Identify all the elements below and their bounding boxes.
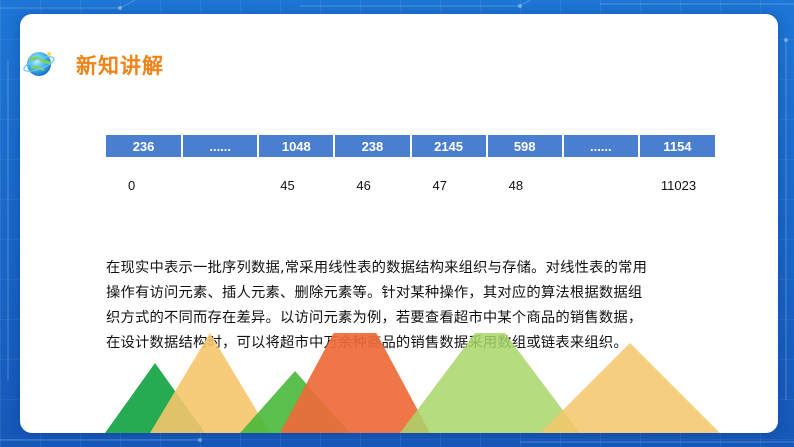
content-card: 新知讲解 236 ...... 1048 238 2145 598 ......… [20,14,778,433]
index-cell: 45 [280,177,295,193]
index-cell [182,157,258,199]
array-cell: 238 [334,135,412,157]
index-cell: 48 [508,177,524,193]
index-cell: 47 [432,177,447,193]
triangle-decoration [105,333,720,433]
array-cell: 2145 [410,135,488,157]
array-index-row: 0 45 46 47 48 11023 [106,157,715,199]
array-cell: ...... [182,135,260,157]
array-cell: 236 [106,135,184,157]
globe-icon [23,52,55,76]
index-cell: 11023 [660,177,697,193]
index-cell: 0 [128,177,136,193]
yellow-triangle-2 [540,343,720,433]
array-values-row: 236 ...... 1048 238 2145 598 ...... 1154 [106,135,715,157]
index-cell [563,157,639,199]
paragraph-line: 在现实中表示一批序列数据,常采用线性表的数据结构来组织与存储。对线性表的常用 [106,260,648,276]
array-cell: 598 [486,135,564,157]
title-row: 新知讲解 [20,44,320,84]
slide-title: 新知讲解 [76,54,164,78]
array-cell: ...... [562,135,640,157]
array-cell: 1048 [258,135,336,157]
paragraph-line: 操作有访问元素、插人元素、删除元素等。针对某种操作，其对应的算法根据数据组 [106,285,643,301]
index-cell: 46 [356,177,371,193]
lightgreen-triangle [400,333,580,433]
array-table: 236 ...... 1048 238 2145 598 ...... 1154… [106,135,715,199]
array-cell: 1154 [638,135,715,157]
paragraph-line: 织方式的不同而存在差异。以访问元素为例，若要查看超市中某个商品的销售数据， [106,310,643,326]
